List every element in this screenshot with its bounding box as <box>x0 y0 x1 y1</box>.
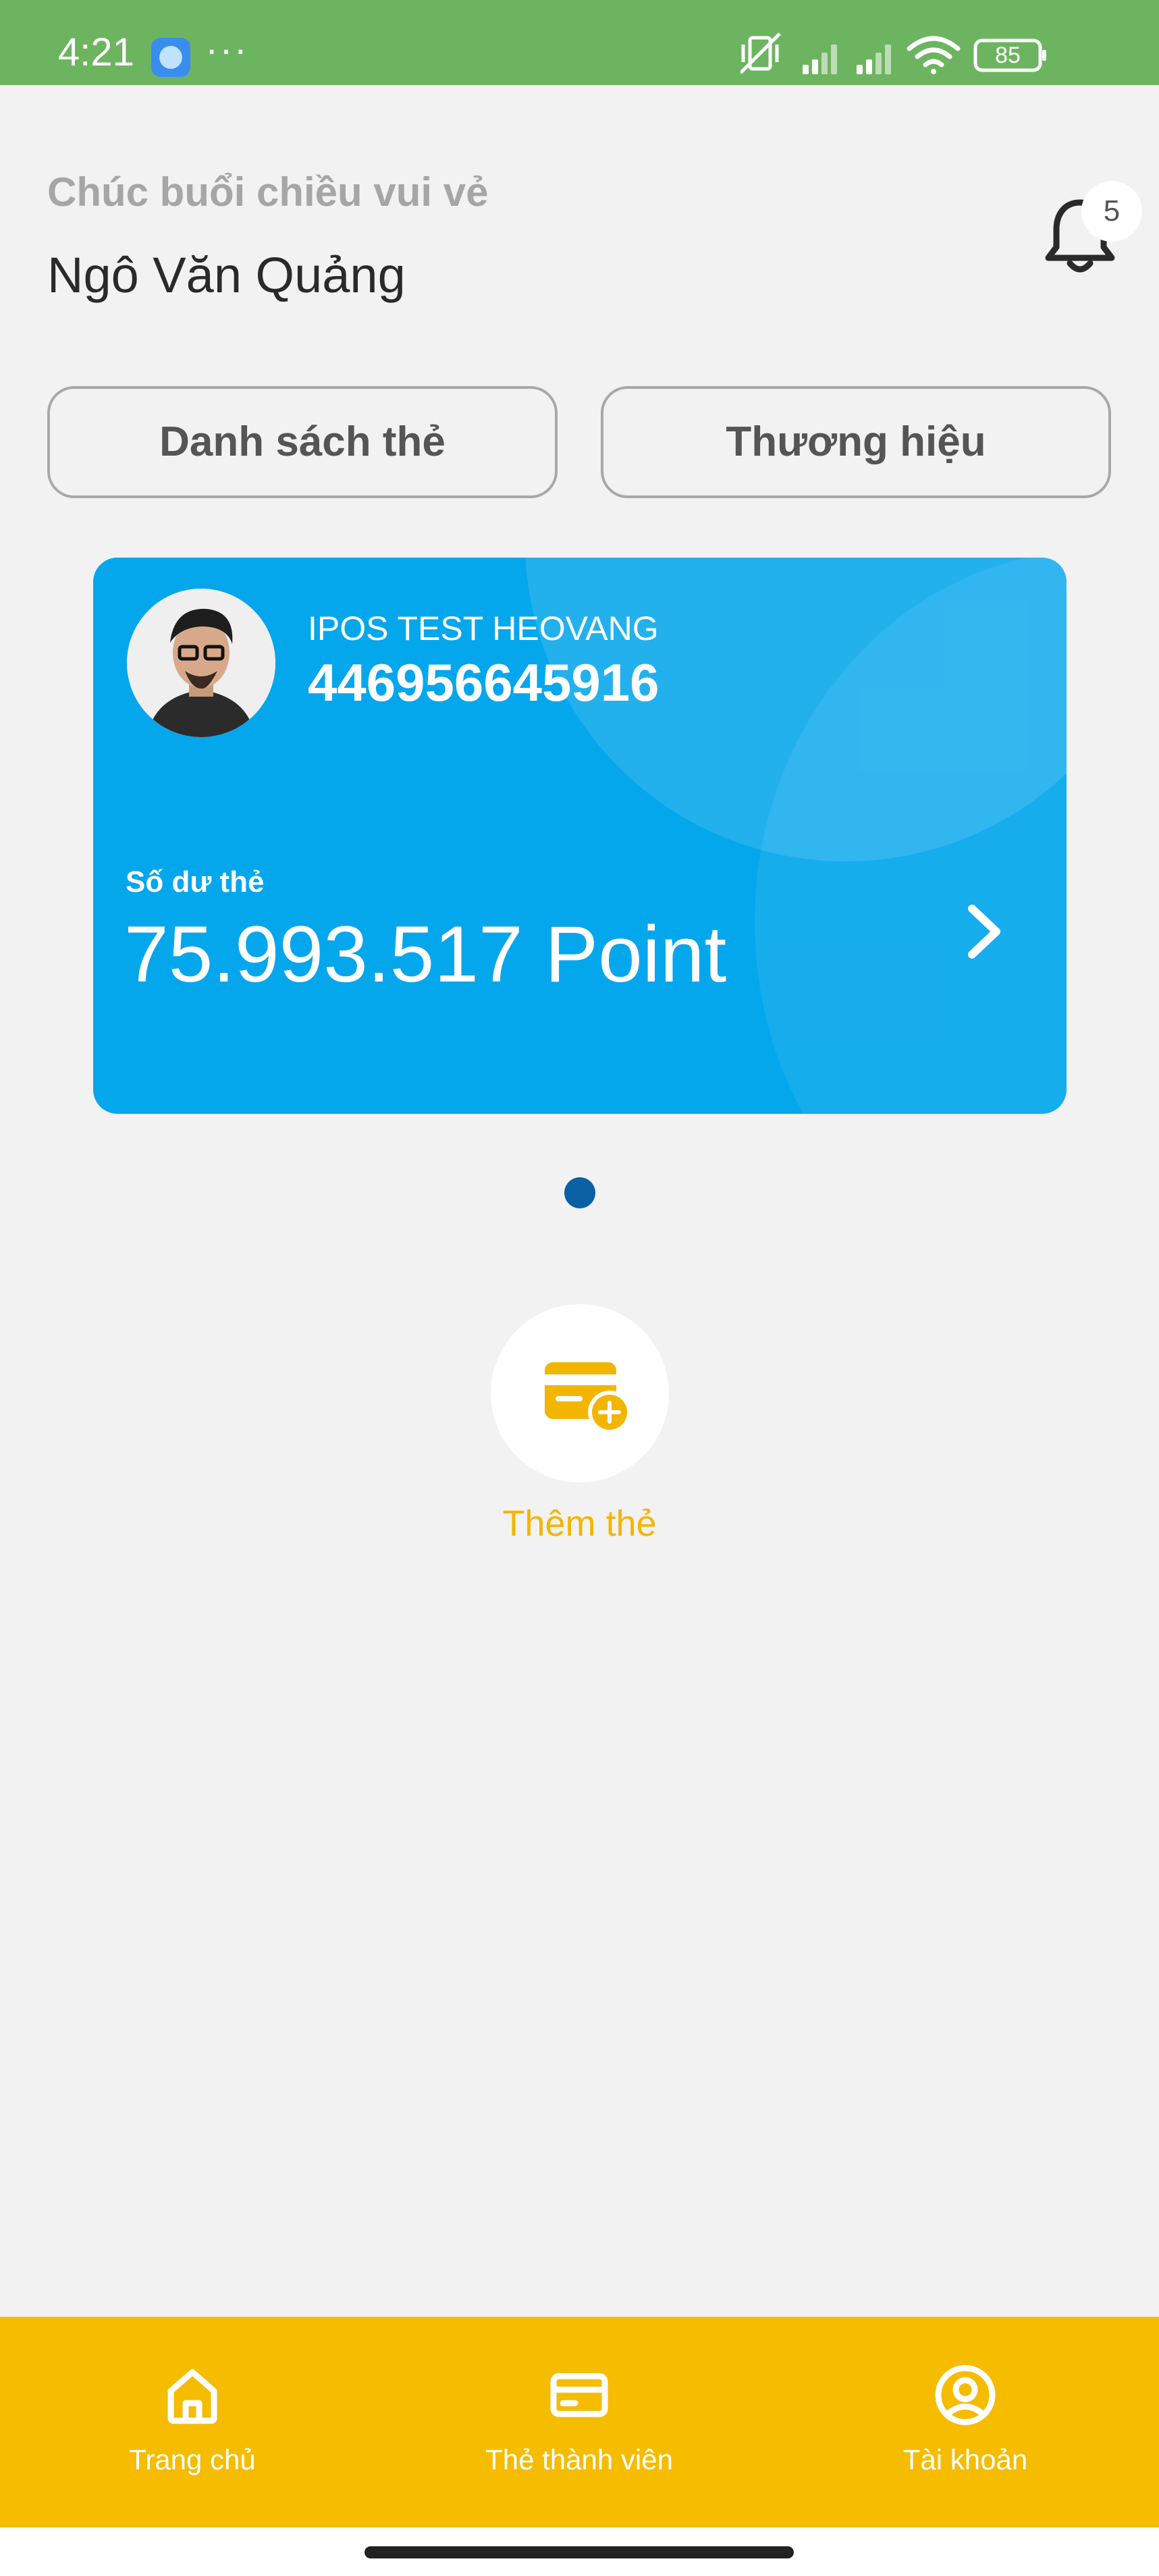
more-notifications-icon: ··· <box>205 28 248 72</box>
card-number: 446956645916 <box>308 653 659 712</box>
nav-item-home[interactable]: Trang chủ <box>17 2317 368 2527</box>
status-icons: 85 <box>740 31 1091 78</box>
member-card[interactable]: IPOS TEST HEOVANG 446956645916 Số dư thẻ… <box>93 558 1067 1114</box>
nav-item-account[interactable]: Tài khoản <box>790 2317 1141 2527</box>
tab-card-list[interactable]: Danh sách thẻ <box>47 386 558 498</box>
add-card-button[interactable] <box>491 1304 669 1482</box>
mute-icon <box>740 32 781 74</box>
battery-level: 85 <box>995 43 1021 68</box>
balance-value: 75.993.517 Point <box>124 910 727 999</box>
card-icon <box>550 2373 608 2417</box>
bottom-nav: Trang chủ Thẻ thành viên Tài khoản <box>0 2317 1159 2527</box>
add-card-icon <box>545 1362 631 1434</box>
chevron-right-icon[interactable] <box>957 898 1011 965</box>
signal-icon <box>857 45 891 74</box>
app-icon <box>151 38 190 77</box>
nav-label-member-card: Thẻ thành viên <box>485 2444 673 2475</box>
notification-badge: 5 <box>1081 181 1142 242</box>
add-card-label[interactable]: Thêm thẻ <box>0 1503 1159 1545</box>
home-icon <box>167 2369 217 2424</box>
user-name: Ngô Văn Quảng <box>47 247 406 303</box>
tab-brands[interactable]: Thương hiệu <box>601 386 1111 498</box>
balance-label: Số dư thẻ <box>126 865 265 898</box>
avatar <box>127 589 275 737</box>
status-time: 4:21 <box>58 30 134 74</box>
status-bar: 4:21 ··· 85 <box>0 0 1159 85</box>
wifi-icon <box>907 36 961 74</box>
greeting-text: Chúc buổi chiều vui vẻ <box>47 169 489 215</box>
home-indicator[interactable] <box>365 2546 794 2558</box>
card-brand-name: IPOS TEST HEOVANG <box>308 610 659 647</box>
signal-icon <box>803 45 837 74</box>
nav-item-member-card[interactable]: Thẻ thành viên <box>404 2317 755 2527</box>
nav-label-account: Tài khoản <box>902 2444 1028 2475</box>
account-icon <box>935 2365 996 2425</box>
pager-dot-active[interactable] <box>564 1177 595 1208</box>
nav-label-home: Trang chủ <box>129 2444 256 2475</box>
